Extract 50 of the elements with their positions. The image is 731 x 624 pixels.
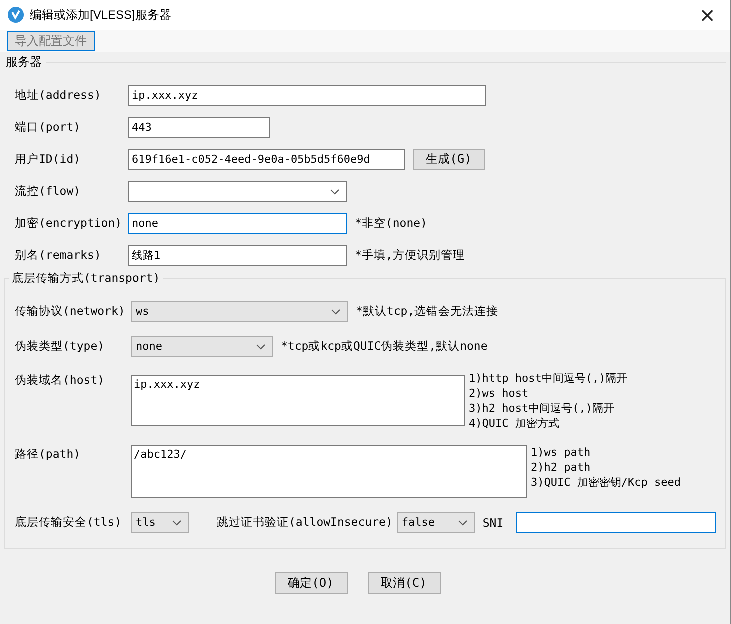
field-label: 加密(encryption): [15, 216, 124, 231]
caret-icon: [331, 308, 341, 314]
caret-icon: [172, 520, 182, 526]
field-label: SNI: [482, 516, 504, 530]
cancel-button[interactable]: 取消(C): [368, 572, 440, 594]
hint-text: *手填,方便识别管理: [355, 248, 465, 263]
allow-insecure-dropdown[interactable]: false: [396, 512, 475, 533]
network-dropdown[interactable]: ws: [131, 301, 348, 322]
field-label: 伪装域名(host): [15, 372, 106, 388]
address-field[interactable]: ip.xxx.xyz: [128, 85, 486, 106]
hint-text: 1)http host中间逗号(,)隔开: [469, 371, 628, 386]
field-label: 端口(port): [15, 120, 82, 135]
caret-icon: [330, 188, 340, 194]
hint-text: 4)QUIC 加密方式: [469, 416, 560, 431]
close-button[interactable]: ×: [693, 5, 722, 25]
host-field[interactable]: ip.xxx.xyz: [131, 375, 465, 426]
hint-text: 3)h2 host中间逗号(,)隔开: [469, 401, 616, 416]
remarks-field[interactable]: 线路1: [128, 245, 347, 266]
generate-button[interactable]: 生成(G): [413, 149, 485, 170]
hint-text: *tcp或kcp或QUIC伪装类型,默认none: [281, 339, 488, 354]
hint-text: 2)ws host: [469, 386, 530, 401]
caret-icon: [256, 344, 266, 350]
field-label: 传输协议(network): [15, 304, 126, 319]
window-title: 编辑或添加[VLESS]服务器: [30, 6, 172, 24]
encryption-field[interactable]: none: [128, 213, 347, 234]
app-logo-icon: [8, 7, 24, 23]
ok-button[interactable]: 确定(O): [274, 572, 348, 594]
tls-dropdown[interactable]: tls: [131, 512, 189, 533]
field-label: 跳过证书验证(allowInsecure): [217, 515, 393, 530]
field-label: 路径(path): [15, 446, 82, 462]
field-label: 用户ID(id): [15, 152, 82, 167]
field-label: 伪装类型(type): [15, 339, 106, 354]
group-title: 服务器: [6, 54, 46, 71]
group-title: 底层传输方式(transport): [9, 271, 164, 286]
path-field[interactable]: /abc123/: [131, 445, 527, 498]
port-field[interactable]: 443: [128, 117, 270, 138]
caret-icon: [458, 520, 468, 526]
field-label: 底层传输安全(tls): [15, 515, 123, 530]
field-label: 别名(remarks): [15, 248, 102, 263]
hint-text: 3)QUIC 加密密钥/Kcp seed: [531, 475, 681, 490]
field-label: 流控(flow): [15, 184, 82, 199]
hint-text: *默认tcp,选错会无法连接: [356, 304, 499, 319]
hint-text: 1)ws path: [531, 445, 592, 460]
hint-text: 2)h2 path: [531, 460, 592, 475]
sni-field[interactable]: [516, 512, 716, 533]
type-dropdown[interactable]: none: [131, 336, 273, 357]
field-label: 地址(address): [15, 88, 102, 103]
user-id-field[interactable]: 619f16e1-c052-4eed-9e0a-05b5d5f60e9d: [128, 149, 405, 170]
hint-text: *非空(none): [355, 216, 428, 231]
flow-dropdown[interactable]: [128, 181, 347, 202]
